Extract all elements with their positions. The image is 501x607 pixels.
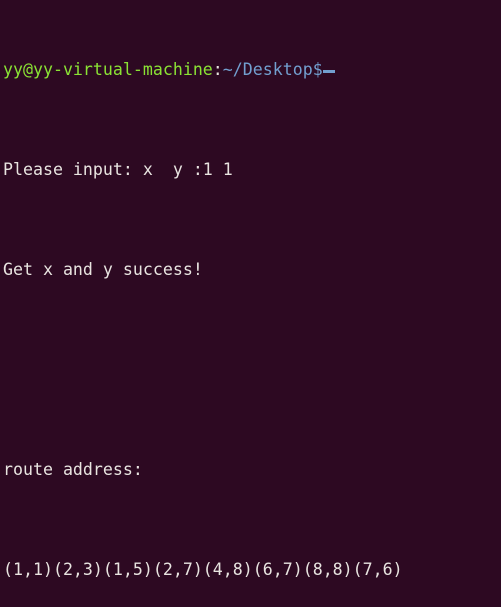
terminal-window[interactable]: yy@yy-virtual-machine:~/Desktop$ Please … xyxy=(0,0,501,607)
route-address-row: (1,1)(2,3)(1,5)(2,7)(4,8)(6,7)(8,8)(7,6) xyxy=(3,560,403,579)
shell-prompt-line: yy@yy-virtual-machine:~/Desktop$ xyxy=(3,57,403,82)
prompt-user-host: yy@yy-virtual-machine xyxy=(3,60,213,79)
prompt-path: ~/Desktop$ xyxy=(222,60,323,79)
text-cursor xyxy=(322,70,335,73)
terminal-screen: yy@yy-virtual-machine:~/Desktop$ Please … xyxy=(3,0,403,607)
status-line: Get x and y success! xyxy=(3,260,203,279)
prompt-separator: : xyxy=(212,60,223,79)
input-prompt-line: Please input: x y :1 1 xyxy=(3,160,233,179)
route-address-header: route address: xyxy=(3,460,143,479)
